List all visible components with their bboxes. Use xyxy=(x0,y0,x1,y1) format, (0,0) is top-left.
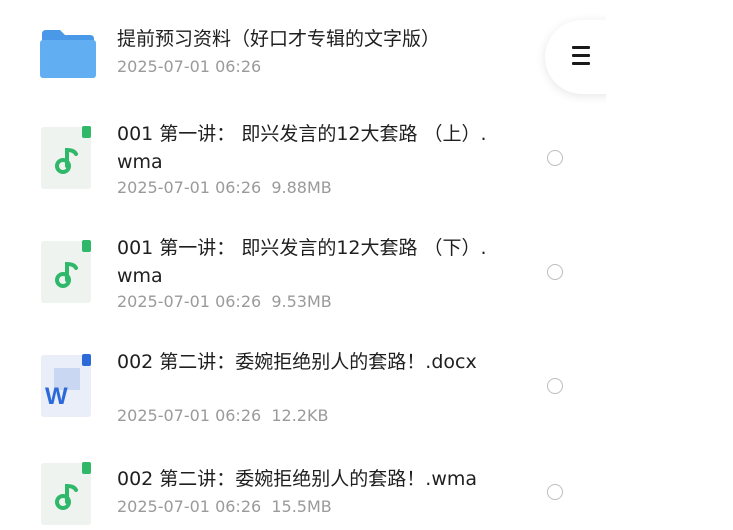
file-meta: 2025-07-01 06:26 9.53MB xyxy=(117,292,332,312)
folder-icon xyxy=(40,28,96,82)
file-meta: 2025-07-01 06:26 12.2KB xyxy=(117,406,328,426)
file-row-audio[interactable]: 002 第二讲：委婉拒绝别人的套路！.wma 2025-07-01 06:26 … xyxy=(0,460,606,529)
file-size: 12.2KB xyxy=(271,406,329,425)
file-date: 2025-07-01 06:26 xyxy=(117,406,262,425)
file-meta: 2025-07-01 06:26 9.88MB xyxy=(117,178,332,198)
audio-file-icon xyxy=(40,126,94,194)
file-row-folder[interactable]: 提前预习资料（好口才专辑的文字版） 2025-07-01 06:26 xyxy=(0,14,606,90)
file-title: 001 第一讲： 即兴发言的12大套路 （下）.wma xyxy=(117,237,487,287)
file-row-audio[interactable]: 001 第一讲： 即兴发言的12大套路 （下）.wma 2025-07-01 0… xyxy=(0,232,606,322)
file-title: 提前预习资料（好口才专辑的文字版） xyxy=(117,28,441,50)
file-meta: 2025-07-01 06:26 15.5MB xyxy=(117,497,332,517)
select-radio[interactable] xyxy=(547,484,563,500)
select-radio[interactable] xyxy=(547,150,563,166)
right-margin xyxy=(606,0,733,529)
file-size: 9.53MB xyxy=(271,292,332,311)
svg-text:W: W xyxy=(45,383,68,410)
file-row-audio[interactable]: 001 第一讲： 即兴发言的12大套路 （上）.wma 2025-07-01 0… xyxy=(0,118,606,208)
select-radio[interactable] xyxy=(547,264,563,280)
audio-file-icon xyxy=(40,462,94,530)
word-file-icon: W xyxy=(40,354,94,422)
file-size: 9.88MB xyxy=(271,178,332,197)
file-title: 002 第二讲：委婉拒绝别人的套路！.wma xyxy=(117,468,478,490)
file-date: 2025-07-01 06:26 xyxy=(117,178,262,197)
file-date: 2025-07-01 06:26 xyxy=(117,292,262,311)
menu-icon xyxy=(572,46,590,66)
file-date: 2025-07-01 06:26 xyxy=(117,57,262,76)
file-title: 002 第二讲：委婉拒绝别人的套路！.docx xyxy=(117,351,477,373)
file-date: 2025-07-01 06:26 xyxy=(117,497,262,516)
select-radio[interactable] xyxy=(547,378,563,394)
file-title: 001 第一讲： 即兴发言的12大套路 （上）.wma xyxy=(117,123,487,173)
file-list-page: 提前预习资料（好口才专辑的文字版） 2025-07-01 06:26 001 第… xyxy=(0,0,635,529)
file-row-doc[interactable]: W 002 第二讲：委婉拒绝别人的套路！.docx 2025-07-01 06:… xyxy=(0,346,606,436)
audio-file-icon xyxy=(40,240,94,308)
file-size: 15.5MB xyxy=(271,497,332,516)
file-meta: 2025-07-01 06:26 xyxy=(117,57,261,77)
